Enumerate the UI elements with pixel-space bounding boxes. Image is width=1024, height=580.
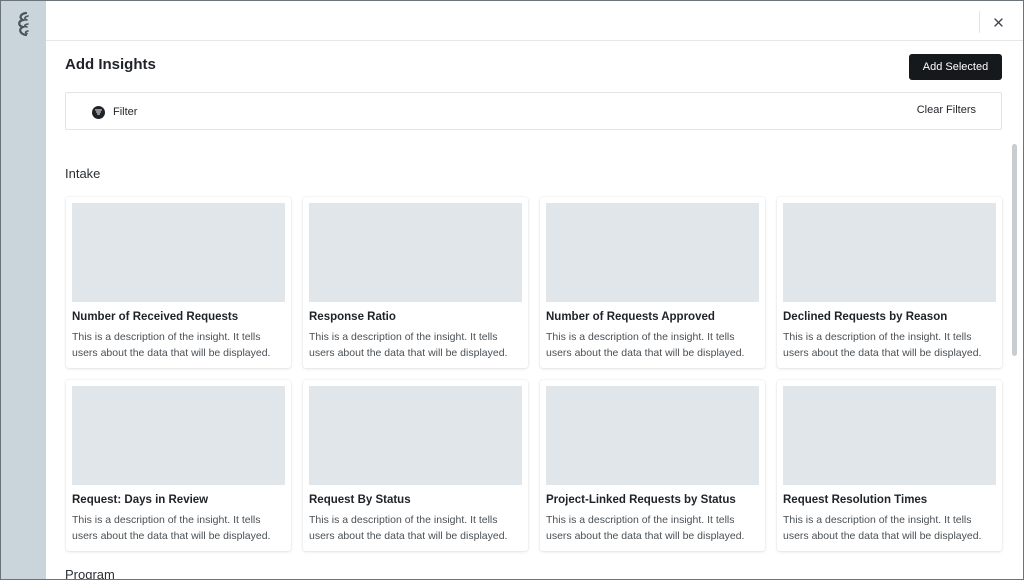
vertical-scrollbar[interactable] <box>1012 144 1017 356</box>
left-rail <box>1 1 46 579</box>
insight-description: This is a description of the insight. It… <box>309 331 508 359</box>
insight-description: This is a description of the insight. It… <box>72 514 271 542</box>
insight-description: This is a description of the insight. It… <box>309 514 508 542</box>
insight-description: This is a description of the insight. It… <box>546 331 745 359</box>
page-title: Add Insights <box>65 56 156 73</box>
insight-thumbnail <box>309 203 522 302</box>
insight-title: Project-Linked Requests by Status <box>546 494 736 506</box>
insight-card[interactable]: Project-Linked Requests by Status This i… <box>540 380 765 551</box>
insight-thumbnail <box>72 386 285 485</box>
insight-card[interactable]: Declined Requests by Reason This is a de… <box>777 197 1002 368</box>
insight-card[interactable]: Request: Days in Review This is a descri… <box>66 380 291 551</box>
logo-icon <box>14 11 34 37</box>
insight-thumbnail <box>783 203 996 302</box>
insight-thumbnail <box>546 203 759 302</box>
insight-thumbnail <box>72 203 285 302</box>
filter-label: Filter <box>113 106 138 118</box>
add-insights-panel: Add Insights Add Selected Filter Clear F… <box>46 1 1023 579</box>
insight-title: Response Ratio <box>309 311 396 323</box>
insight-title: Request: Days in Review <box>72 494 209 506</box>
insight-title: Request By Status <box>309 494 411 506</box>
insight-thumbnail <box>783 386 996 485</box>
insight-description: This is a description of the insight. It… <box>72 331 271 359</box>
filter-icon <box>92 105 105 119</box>
add-selected-button[interactable]: Add Selected <box>909 54 1002 80</box>
insight-card[interactable]: Request By Status This is a description … <box>303 380 528 551</box>
insight-card[interactable]: Response Ratio This is a description of … <box>303 197 528 368</box>
insight-description: This is a description of the insight. It… <box>783 514 982 542</box>
insight-title: Request Resolution Times <box>783 494 928 506</box>
topbar-divider <box>979 11 980 33</box>
clear-filters-button[interactable]: Clear Filters <box>917 104 976 116</box>
insight-title: Number of Received Requests <box>72 311 239 323</box>
insight-description: This is a description of the insight. It… <box>783 331 982 359</box>
section-title-program: Program <box>65 567 115 579</box>
insight-card[interactable]: Request Resolution Times This is a descr… <box>777 380 1002 551</box>
insight-title: Declined Requests by Reason <box>783 311 948 323</box>
insight-description: This is a description of the insight. It… <box>546 514 745 542</box>
filter-button[interactable]: Filter <box>92 103 137 121</box>
insight-thumbnail <box>546 386 759 485</box>
panel-topbar <box>46 1 1023 41</box>
insight-thumbnail <box>309 386 522 485</box>
filter-bar: Filter Clear Filters <box>65 92 1002 130</box>
section-title-intake: Intake <box>65 166 101 181</box>
insight-title: Number of Requests Approved <box>546 311 715 323</box>
insight-card[interactable]: Number of Requests Approved This is a de… <box>540 197 765 368</box>
close-icon <box>993 17 1003 27</box>
insight-card[interactable]: Number of Received Requests This is a de… <box>66 197 291 368</box>
close-button[interactable] <box>988 12 1008 32</box>
